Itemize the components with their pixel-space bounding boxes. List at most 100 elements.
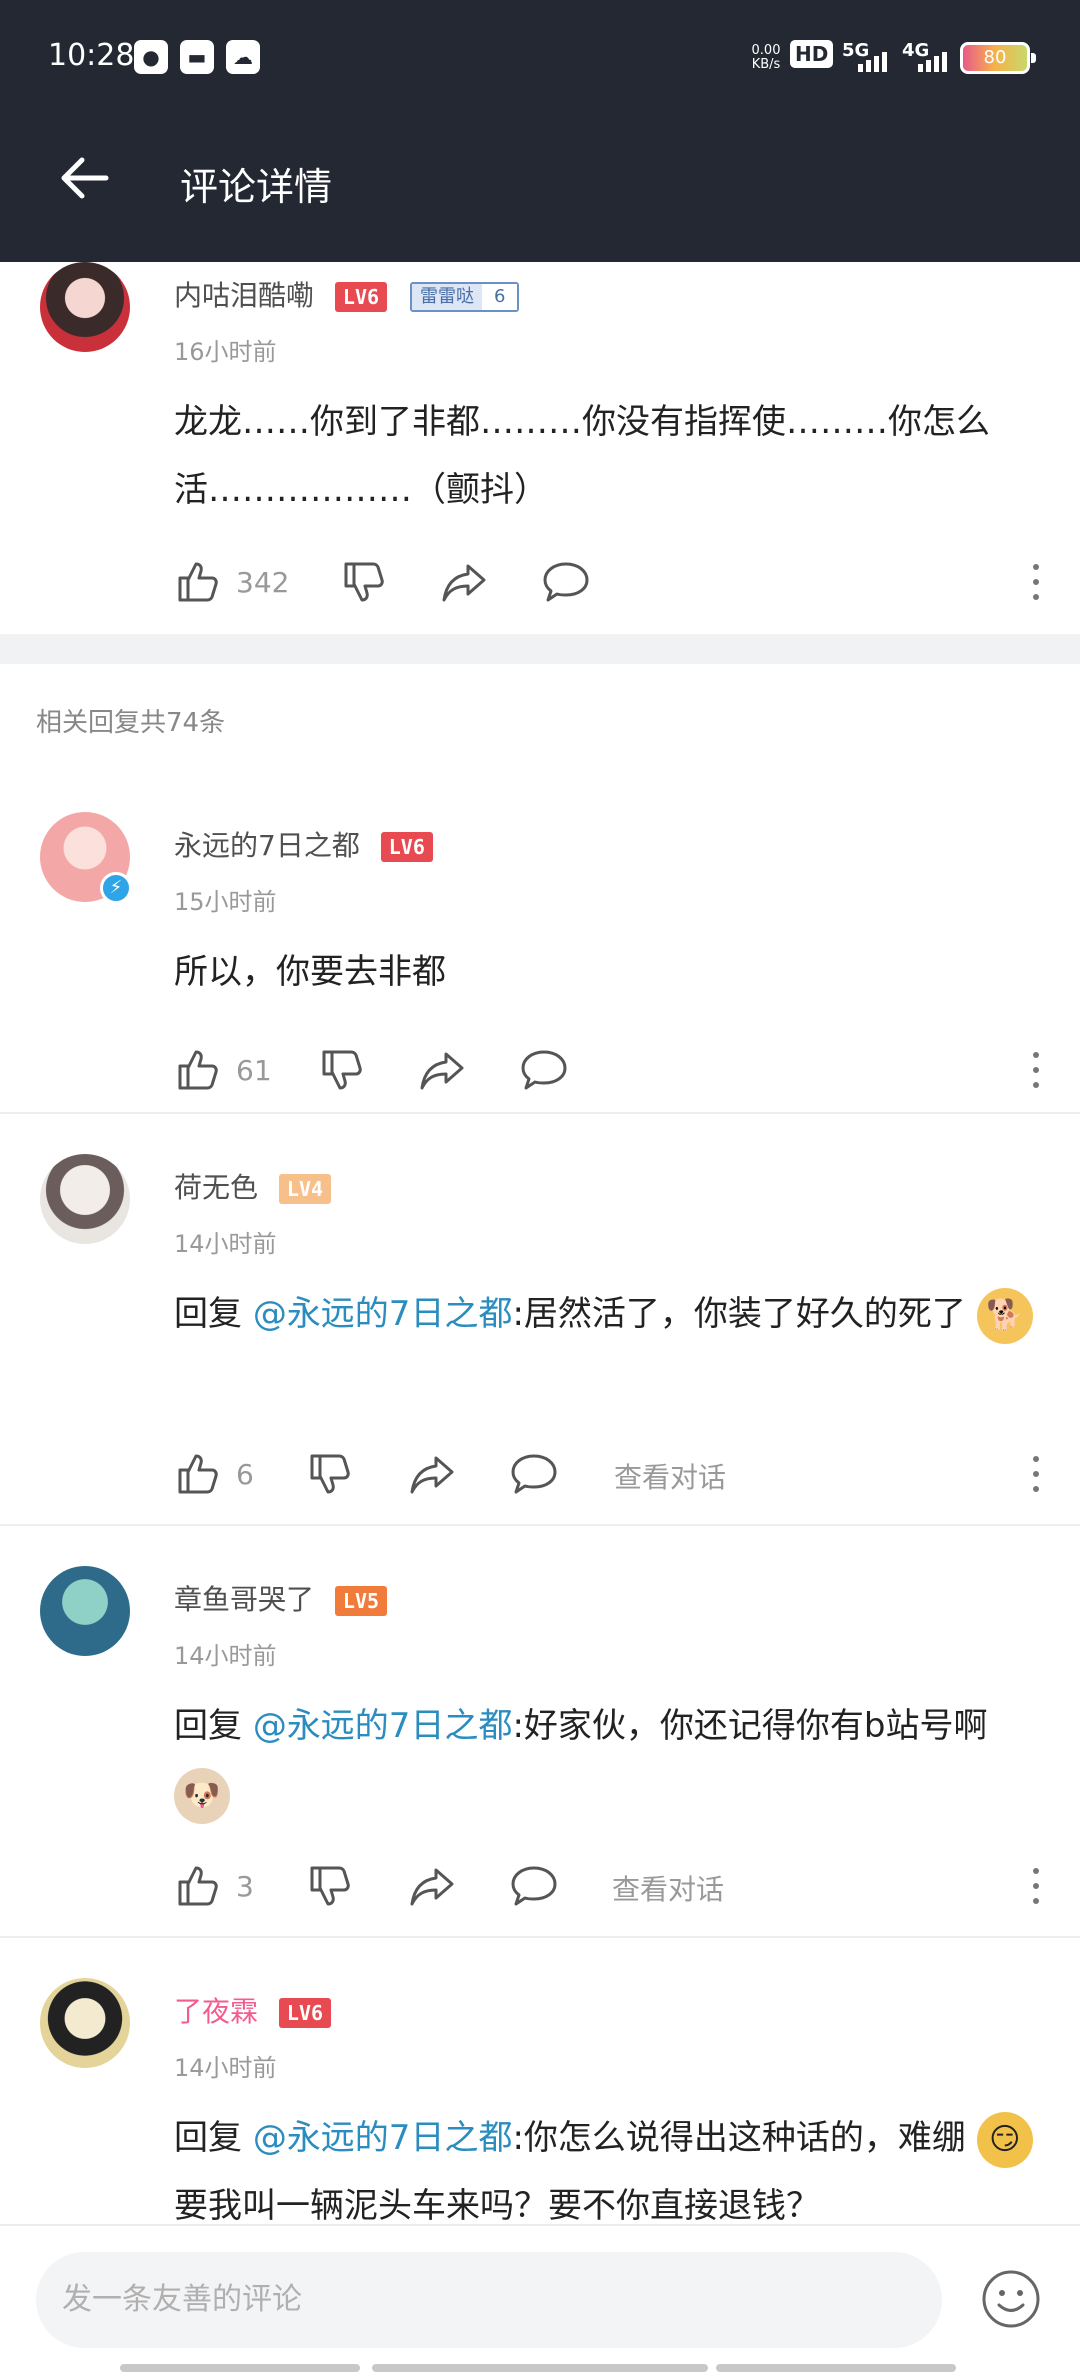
mention-link[interactable]: @永远的7日之都 [253, 1294, 513, 1334]
verified-badge-icon: ⚡ [100, 872, 132, 904]
reply-button[interactable] [510, 1444, 558, 1504]
fan-badge-name: 雷雷哒 [411, 284, 482, 310]
section-separator [0, 634, 1080, 664]
avatar[interactable] [40, 1978, 130, 2068]
like-button[interactable]: 61 [174, 1040, 272, 1100]
reply-prefix: 回复 [174, 1294, 242, 1334]
speed-unit: KB/s [751, 57, 781, 72]
avatar[interactable] [40, 262, 130, 352]
comment-actions: 6 查看对话 [174, 1444, 1044, 1504]
comment-time: 16小时前 [174, 338, 277, 366]
chat-bubble-icon [543, 562, 589, 602]
level-badge: LV6 [278, 1998, 332, 2028]
dislike-button[interactable] [318, 1040, 366, 1100]
reply-body: :好家伙，你还记得你有b站号啊 [512, 1706, 988, 1746]
avatar[interactable] [40, 1154, 130, 1244]
divider [0, 1936, 1080, 1938]
reply-button[interactable] [510, 1856, 558, 1916]
divider [0, 1112, 1080, 1114]
level-badge: LV4 [278, 1174, 332, 1204]
mention-link[interactable]: @永远的7日之都 [253, 2118, 513, 2158]
comment-time: 14小时前 [174, 1642, 277, 1670]
username[interactable]: 荷无色 LV4 [174, 1166, 332, 1206]
smirk-emoji-icon: 😏 [976, 2111, 1033, 2168]
divider [0, 1524, 1080, 1526]
share-button[interactable] [408, 1444, 456, 1504]
level-badge: LV5 [334, 1586, 388, 1616]
comment-actions: 3 查看对话 [174, 1856, 1044, 1916]
more-options-icon[interactable] [1028, 1046, 1044, 1094]
like-button[interactable]: 6 [174, 1444, 254, 1504]
avatar[interactable] [40, 1566, 130, 1656]
dog-face-emoji-icon: 🐶 [174, 1767, 230, 1824]
system-nav-indicator [0, 2360, 1080, 2376]
dislike-button[interactable] [306, 1856, 354, 1916]
comment-text[interactable]: 回复 @永远的7日之都:你怎么说得出这种话的，难绷 😏 要我叫一辆泥头车来吗？要… [174, 2104, 1044, 2240]
signal-4g-icon [912, 48, 952, 72]
status-bar: 10:28 ● ▬ ☁ 0.00 KB/s HD 5G 4G 80 [0, 0, 1080, 118]
username-text[interactable]: 荷无色 [174, 1171, 258, 1204]
mention-link[interactable]: @永远的7日之都 [253, 1706, 513, 1746]
doge-emoji-icon: 🐕 [976, 1287, 1033, 1344]
username[interactable]: 永远的7日之都 LV6 [174, 824, 433, 864]
share-icon [410, 1456, 454, 1494]
battery-icon: 80 [960, 42, 1036, 74]
share-button[interactable] [418, 1040, 466, 1100]
view-conversation-link[interactable]: 查看对话 [614, 1456, 726, 1496]
like-count: 342 [236, 565, 290, 599]
network-speed: 0.00 KB/s [744, 44, 788, 72]
reply-button[interactable] [542, 552, 590, 612]
comment-text[interactable]: 回复 @永远的7日之都:居然活了，你装了好久的死了 🐕 [174, 1280, 1044, 1348]
speed-value: 0.00 [751, 43, 781, 58]
level-badge: LV6 [380, 832, 433, 862]
chat-bubble-icon [511, 1454, 557, 1494]
share-icon [410, 1868, 454, 1906]
username-text[interactable]: 永远的7日之都 [174, 829, 360, 862]
cloud-icon: ☁ [226, 40, 260, 74]
dislike-button[interactable] [306, 1444, 354, 1504]
username[interactable]: 章鱼哥哭了 LV5 [174, 1578, 388, 1618]
status-time: 10:28 [48, 38, 135, 73]
like-button[interactable]: 342 [174, 552, 289, 612]
reply-body: :你怎么说得出这种话的，难绷 [512, 2118, 966, 2158]
like-count: 3 [236, 1869, 254, 1903]
reply-body-continued: 要我叫一辆泥头车来吗？要不你直接退钱？ [174, 2186, 820, 2226]
more-options-icon[interactable] [1028, 1450, 1044, 1498]
signal-5g-icon [852, 48, 892, 72]
more-options-icon[interactable] [1028, 1862, 1044, 1910]
comment-time: 14小时前 [174, 1230, 277, 1258]
fan-badge[interactable]: 雷雷哒 6 [409, 282, 520, 312]
view-conversation-link[interactable]: 查看对话 [612, 1868, 724, 1908]
thumbs-down-icon [322, 1050, 362, 1090]
reply-body: :居然活了，你装了好久的死了 [512, 1294, 966, 1334]
back-arrow-icon[interactable] [56, 150, 112, 206]
share-button[interactable] [408, 1856, 456, 1916]
comment-text[interactable]: 所以，你要去非都 [174, 938, 1044, 1006]
username-text[interactable]: 内咕泪酷嘞 [174, 279, 314, 312]
smile-icon[interactable] [980, 2268, 1042, 2330]
thumbs-up-icon [178, 1050, 218, 1090]
like-count: 6 [236, 1457, 254, 1491]
comment-text[interactable]: 龙龙……你到了非都………你没有指挥使………你怎么活………………（颤抖） [174, 388, 1044, 524]
thumbs-down-icon [310, 1866, 350, 1906]
username[interactable]: 了夜霖 LV6 [174, 1990, 332, 2030]
reply-button[interactable] [520, 1040, 568, 1100]
share-button[interactable] [440, 552, 488, 612]
username-text[interactable]: 了夜霖 [174, 1995, 258, 2028]
comment-text[interactable]: 回复 @永远的7日之都:好家伙，你还记得你有b站号啊 🐶 [174, 1692, 1044, 1828]
thumbs-up-icon [178, 1866, 218, 1906]
thumbs-up-icon [178, 562, 218, 602]
comment-input[interactable]: 发一条友善的评论 [36, 2252, 942, 2348]
username[interactable]: 内咕泪酷嘞 LV6 雷雷哒 6 [174, 274, 520, 314]
like-button[interactable]: 3 [174, 1856, 254, 1916]
thumbs-up-icon [178, 1454, 218, 1494]
chat-bubble-icon [511, 1866, 557, 1906]
dislike-button[interactable] [340, 552, 388, 612]
thumbs-down-icon [310, 1454, 350, 1494]
qq-icon: ● [134, 40, 168, 74]
more-options-icon[interactable] [1028, 558, 1044, 606]
share-icon [420, 1052, 464, 1090]
reply-prefix: 回复 [174, 2118, 242, 2158]
replies-count: 相关回复共74条 [36, 708, 226, 738]
username-text[interactable]: 章鱼哥哭了 [174, 1583, 314, 1616]
